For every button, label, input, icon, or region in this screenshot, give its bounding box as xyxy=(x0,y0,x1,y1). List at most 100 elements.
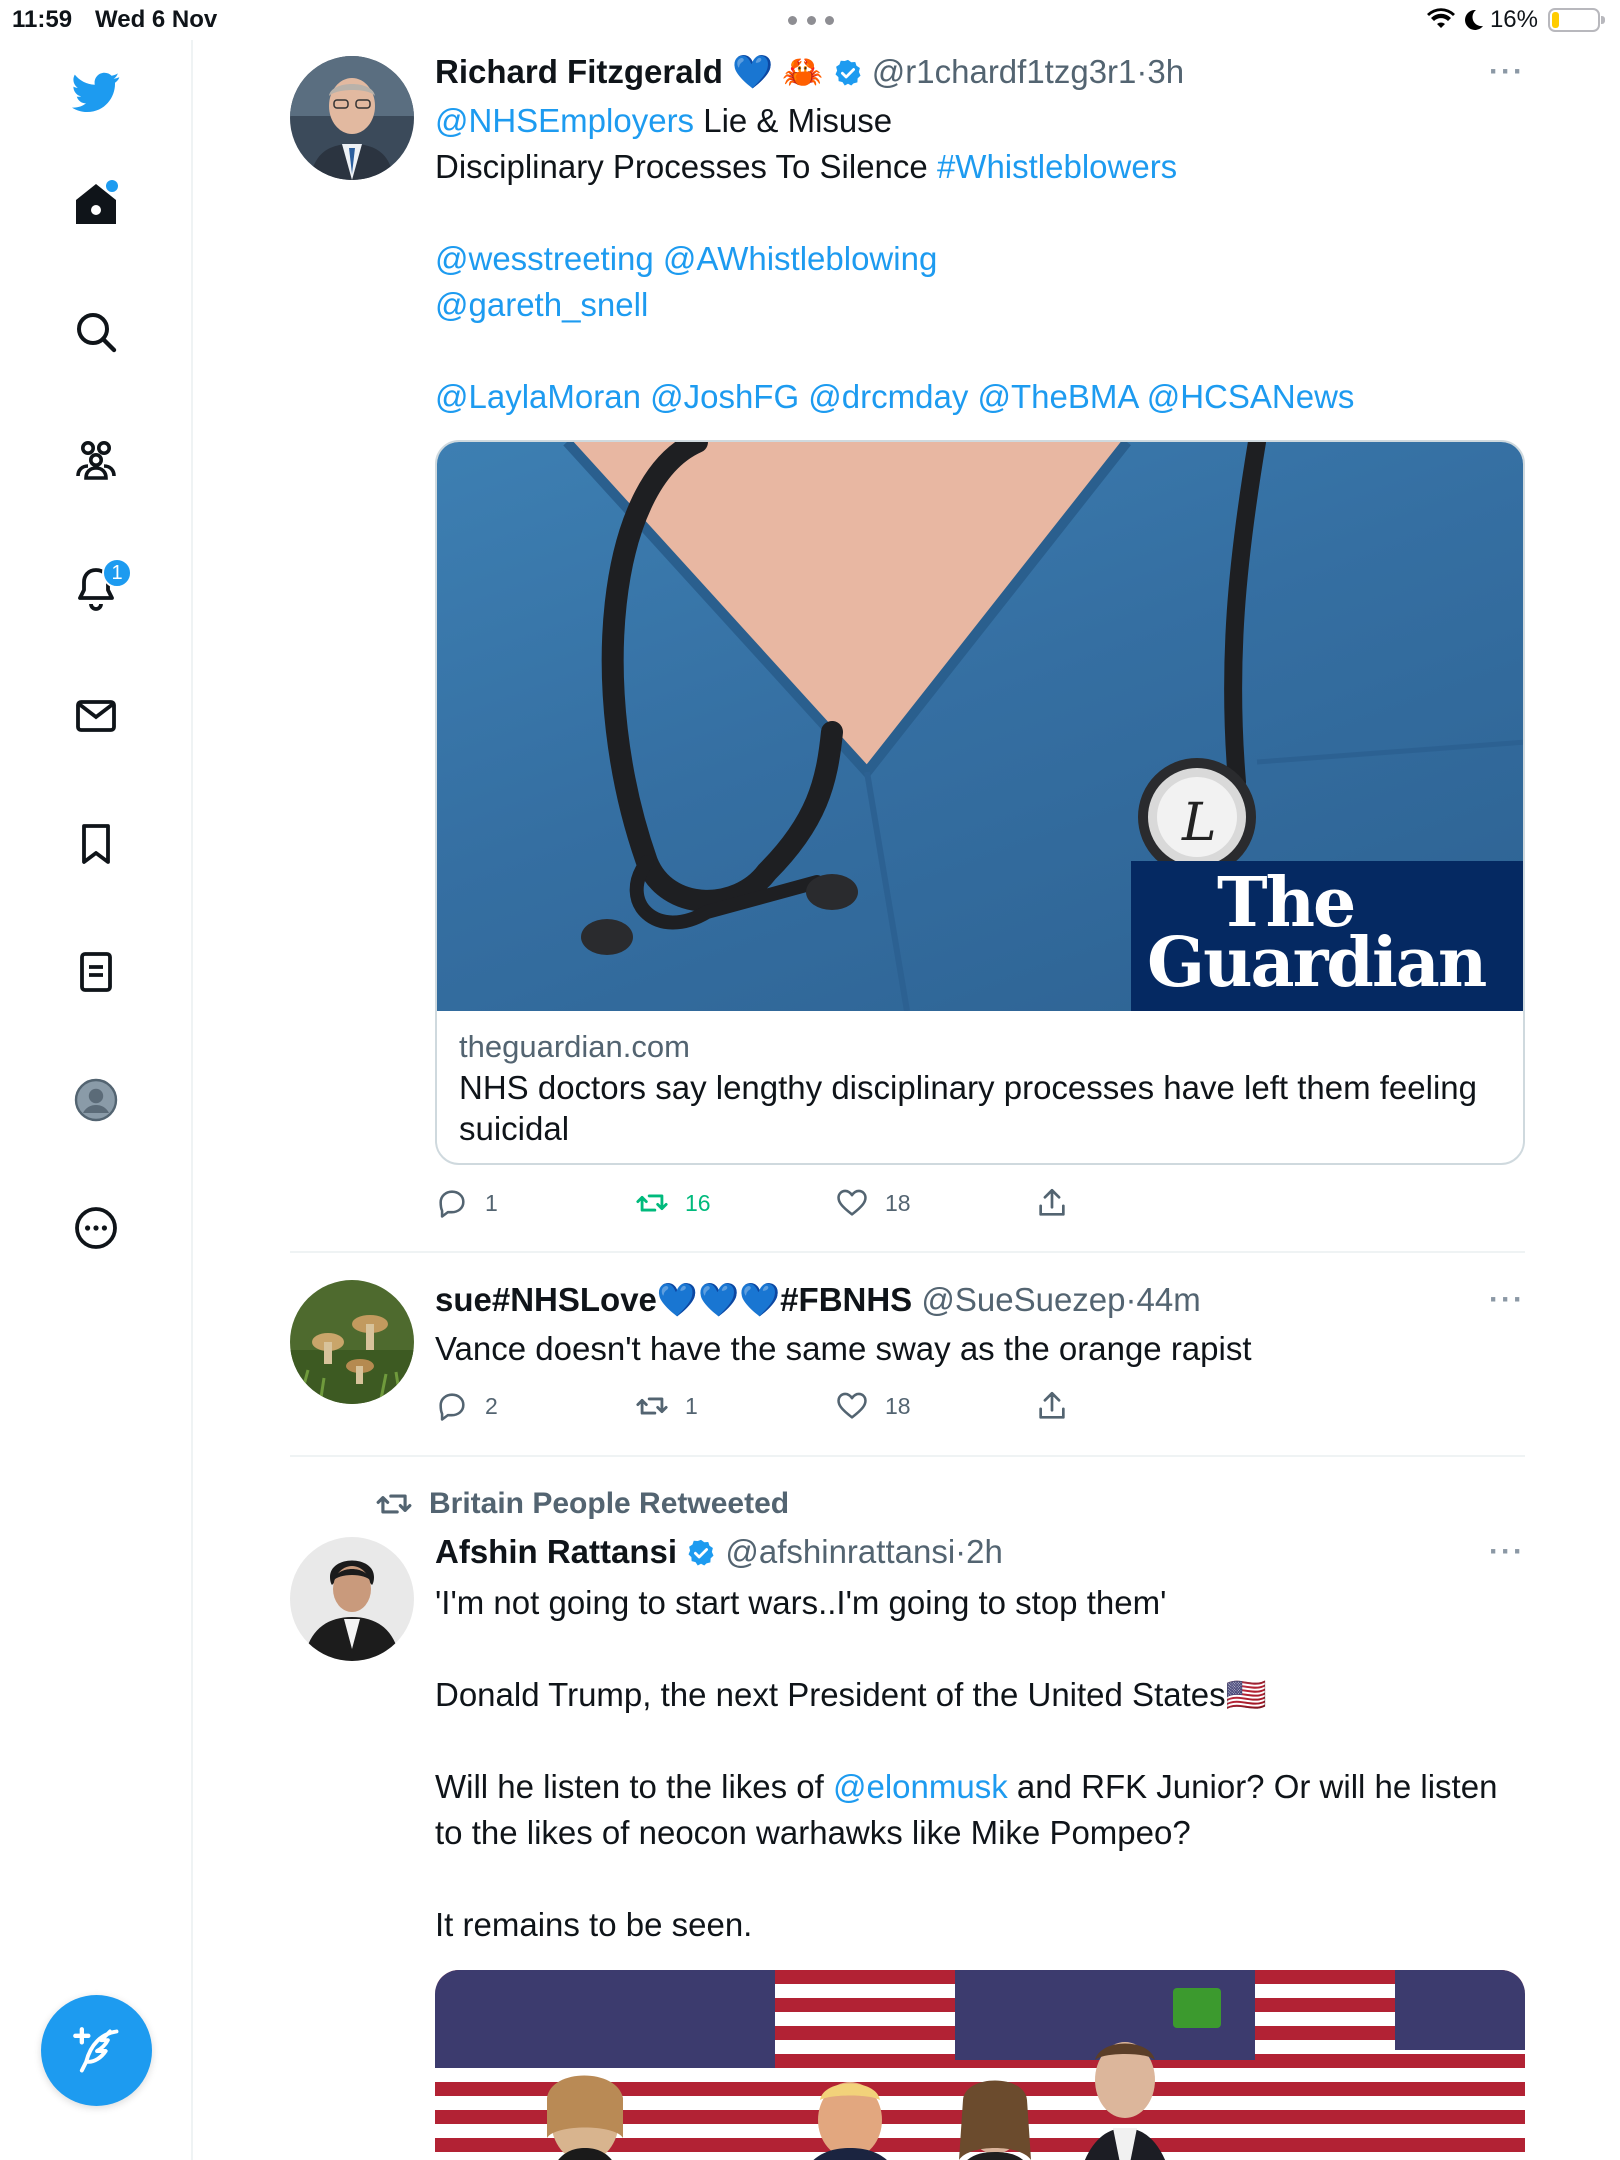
more-options-icon[interactable]: ··· xyxy=(1489,1280,1525,1320)
text-span: Lie & Misuse xyxy=(694,102,893,139)
sidebar-item-lists[interactable] xyxy=(60,936,132,1008)
share-button[interactable] xyxy=(1035,1386,1069,1426)
retweet-button[interactable]: 16 xyxy=(635,1183,711,1223)
sidebar-item-messages[interactable] xyxy=(60,680,132,752)
reply-icon xyxy=(439,1190,465,1218)
share-icon xyxy=(1039,1188,1065,1216)
retweet-count: 16 xyxy=(685,1189,711,1216)
retweeted-by-line[interactable]: Britain People Retweeted xyxy=(375,1485,789,1523)
like-button[interactable]: 18 xyxy=(835,1386,911,1426)
text-paragraph: Will he listen to the likes of @elonmusk… xyxy=(435,1764,1525,1856)
tweet-actions: 2 1 18 xyxy=(435,1386,1525,1426)
card-meta: theguardian.com NHS doctors say lengthy … xyxy=(437,1011,1523,1163)
hashtag-link[interactable]: #Whistleblowers xyxy=(937,148,1177,185)
sidebar-item-profile[interactable] xyxy=(60,1064,132,1136)
text-span: Disciplinary Processes To Silence xyxy=(435,148,937,185)
separator-dot: · xyxy=(1136,53,1148,90)
author-handle[interactable]: @SueSuezep xyxy=(921,1281,1125,1318)
tweet-media-image[interactable] xyxy=(435,1970,1525,2160)
sidebar-nav: 1 xyxy=(0,40,193,2160)
wifi-icon xyxy=(1426,8,1455,28)
like-button[interactable]: 18 xyxy=(835,1183,911,1223)
list-icon xyxy=(80,952,112,992)
tweet-actions: 1 16 18 xyxy=(435,1183,1525,1223)
author-name[interactable]: Afshin Rattansi xyxy=(435,1533,677,1570)
reply-button[interactable]: 2 xyxy=(435,1386,498,1426)
more-options-icon[interactable]: ··· xyxy=(1489,1532,1525,1572)
retweet-icon xyxy=(636,1194,668,1212)
text-paragraph: 'I'm not going to start wars..I'm going … xyxy=(435,1584,1167,1621)
mentions-line[interactable]: @gareth_snell xyxy=(435,282,1525,328)
tweet-divider xyxy=(290,1251,1525,1253)
home-new-dot xyxy=(106,180,118,192)
card-image: L The Guardian xyxy=(437,442,1523,1011)
status-time: 11:59 xyxy=(12,6,73,33)
author-handle[interactable]: @r1chardf1tzg3r1 xyxy=(872,53,1137,90)
more-circle-icon xyxy=(75,1207,117,1249)
compose-tweet-button[interactable] xyxy=(41,1995,152,2106)
card-title: NHS doctors say lengthy disciplinary pro… xyxy=(459,1069,1477,1147)
battery-icon xyxy=(1548,8,1605,32)
reply-count: 2 xyxy=(485,1392,498,1419)
mentions-line[interactable]: @wesstreeting @AWhistleblowing xyxy=(435,236,1525,282)
sidebar-item-more[interactable] xyxy=(60,1192,132,1264)
card-domain: theguardian.com xyxy=(459,1029,690,1064)
tweet-time[interactable]: 2h xyxy=(966,1533,1003,1570)
media-photo xyxy=(435,1970,1525,2160)
tweet[interactable]: Richard Fitzgerald 💙 🦀 @r1chardf1tzg3r1·… xyxy=(290,52,1525,1252)
tweet-body: Afshin Rattansi @afshinrattansi·2h ··· '… xyxy=(435,1532,1525,1948)
avatar-photo xyxy=(290,1537,414,1661)
feather-plus-icon xyxy=(72,2026,118,2072)
tweet-time[interactable]: 3h xyxy=(1147,53,1184,90)
search-icon xyxy=(77,313,117,353)
guardian-logo: The Guardian xyxy=(1131,861,1523,1011)
svg-text:L: L xyxy=(1181,793,1217,853)
avatar[interactable] xyxy=(290,1280,414,1404)
more-options-icon[interactable]: ··· xyxy=(1489,52,1525,92)
sidebar-item-notifications[interactable]: 1 xyxy=(60,552,132,624)
status-bar: 11:59 Wed 6 Nov 16% xyxy=(0,0,1620,40)
reply-button[interactable]: 1 xyxy=(435,1183,498,1223)
like-count: 18 xyxy=(885,1189,911,1216)
avatar[interactable] xyxy=(290,56,414,180)
moon-icon xyxy=(1464,9,1483,30)
retweet-button[interactable]: 1 xyxy=(635,1386,698,1426)
sidebar-item-home[interactable] xyxy=(60,168,132,240)
tweet-text: Vance doesn't have the same sway as the … xyxy=(435,1330,1252,1367)
verified-badge-icon xyxy=(688,1539,714,1566)
author-emoji: 💙 🦀 xyxy=(732,53,824,90)
tweet-time[interactable]: 44m xyxy=(1137,1281,1201,1318)
text-span: Will he listen to the likes of xyxy=(435,1768,833,1805)
tweet-text: @NHSEmployers Lie & Misuse Disciplinary … xyxy=(435,98,1525,420)
tweet-text: 'I'm not going to start wars..I'm going … xyxy=(435,1580,1525,1948)
tweet-body: sue#NHSLove💙💙💙#FBNHS @SueSuezep·44m ··· … xyxy=(435,1280,1525,1426)
sidebar-item-communities[interactable] xyxy=(60,424,132,496)
verified-badge-icon xyxy=(835,59,861,86)
profile-avatar-icon xyxy=(74,1078,118,1122)
author-name[interactable]: sue#NHSLove💙💙💙#FBNHS xyxy=(435,1281,912,1318)
envelope-icon xyxy=(76,700,116,732)
multitasking-dots-icon[interactable] xyxy=(788,16,834,25)
share-button[interactable] xyxy=(1035,1183,1069,1223)
mention-link[interactable]: @NHSEmployers xyxy=(435,102,694,139)
mention-link[interactable]: @elonmusk xyxy=(833,1768,1008,1805)
heart-icon xyxy=(837,1392,867,1419)
tweet[interactable]: sue#NHSLove💙💙💙#FBNHS @SueSuezep·44m ··· … xyxy=(290,1280,1525,1450)
sidebar-item-bookmarks[interactable] xyxy=(60,808,132,880)
status-date: Wed 6 Nov xyxy=(95,6,218,33)
heart-icon xyxy=(837,1189,867,1216)
avatar[interactable] xyxy=(290,1537,414,1661)
guardian-logo-line2: Guardian xyxy=(1147,923,1487,1003)
communities-icon xyxy=(76,441,116,480)
status-indicators: 16% xyxy=(1426,6,1605,34)
author-name[interactable]: Richard Fitzgerald xyxy=(435,53,723,90)
author-handle[interactable]: @afshinrattansi xyxy=(725,1533,955,1570)
notifications-badge: 1 xyxy=(102,558,132,588)
tweet[interactable]: Britain People Retweeted Afshin Rattansi… xyxy=(290,1485,1525,2160)
sidebar-item-search[interactable] xyxy=(60,296,132,368)
twitter-logo-icon[interactable] xyxy=(60,56,132,128)
retweet-icon xyxy=(376,1494,412,1514)
link-card[interactable]: L The Guardian theguardian.com NHS docto… xyxy=(435,440,1525,1165)
avatar-photo xyxy=(290,56,414,180)
mentions-line[interactable]: @LaylaMoran @JoshFG @drcmday @TheBMA @HC… xyxy=(435,374,1525,420)
